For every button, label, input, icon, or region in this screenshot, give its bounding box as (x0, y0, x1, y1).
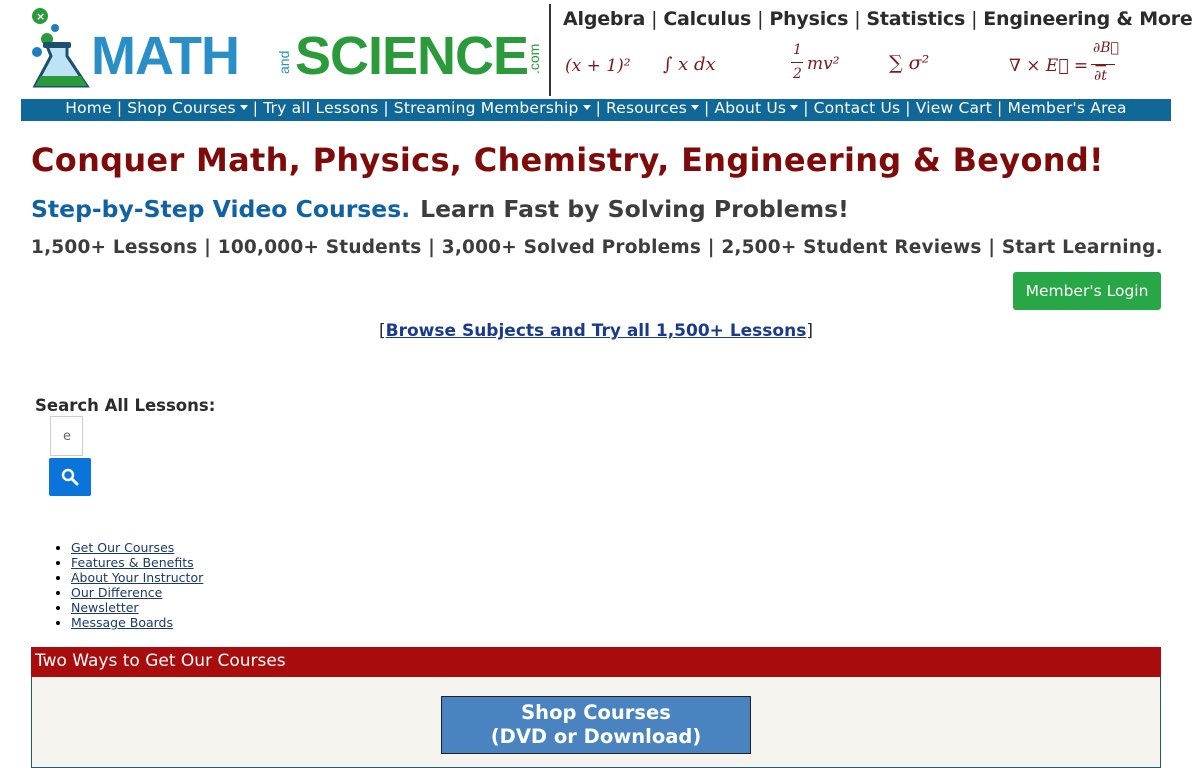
nav-about-us-label: About Us (714, 99, 787, 117)
nav-members-area-label: Member's Area (1007, 99, 1127, 117)
logo-math-text: MATH (91, 26, 239, 86)
subheadline-learn: Learn Fast by Solving Problems! (420, 195, 849, 223)
list-item: Get Our Courses (71, 540, 203, 555)
list-item: Features & Benefits (71, 555, 203, 570)
subject-engineering: Engineering & More! (983, 8, 1192, 30)
shop-button-line1: Shop Courses (521, 701, 671, 724)
member-login-button[interactable]: Member's Login (1013, 272, 1161, 310)
shop-courses-button[interactable]: Shop Courses (DVD or Download) (441, 696, 751, 754)
fraction-bar (1091, 64, 1115, 65)
list-item: Message Boards (71, 615, 203, 630)
nav-separator: | (116, 99, 123, 117)
nav-resources-label: Resources (606, 99, 687, 117)
formula-engineering-denominator: ∂t (1094, 68, 1107, 84)
formula-physics: mv² (807, 54, 840, 74)
subject-calculus: Calculus (663, 8, 752, 30)
subheadline-courses: Step-by-Step Video Courses. (31, 195, 411, 223)
courses-panel: Two Ways to Get Our Courses Shop Courses… (31, 647, 1161, 768)
link-message-boards[interactable]: Message Boards (71, 615, 173, 630)
link-newsletter[interactable]: Newsletter (71, 600, 139, 615)
list-item: Our Difference (71, 585, 203, 600)
svg-text:×: × (36, 10, 45, 23)
nav-streaming-membership-label: Streaming Membership (393, 99, 579, 117)
bracket-close: ] (806, 321, 813, 341)
nav-try-all-lessons[interactable]: Try all Lessons (263, 99, 378, 117)
panel-body: Shop Courses (DVD or Download) (31, 677, 1161, 768)
formula-engineering-numerator: ∂B⃗ (1093, 40, 1119, 56)
formula-statistics: ∑ σ² (889, 52, 930, 74)
subject-separator: | (757, 8, 764, 30)
site-header: × MATH and SCIENCE .com Algebra | Calculus… (21, 0, 1192, 98)
subject-separator: | (854, 8, 861, 30)
nav-contact-us-label: Contact Us (813, 99, 901, 117)
caret-down-icon (239, 105, 248, 110)
subject-separator: | (651, 8, 658, 30)
stats-line: 1,500+ Lessons | 100,000+ Students | 3,0… (31, 237, 1163, 258)
subject-separator: | (971, 8, 978, 30)
main-nav: Home | Shop Courses | Try all Lessons | Stream… (21, 99, 1171, 121)
shop-button-line2: (DVD or Download) (490, 725, 702, 748)
nav-separator: | (252, 99, 259, 117)
caret-down-icon (790, 105, 799, 110)
nav-home[interactable]: Home (65, 99, 112, 117)
nav-view-cart-label: View Cart (915, 99, 993, 117)
nav-about-us[interactable]: About Us (714, 99, 799, 117)
list-item: About Your Instructor (71, 570, 203, 585)
nav-try-all-lessons-label: Try all Lessons (263, 99, 379, 117)
site-logo[interactable]: × MATH and SCIENCE .com (27, 4, 547, 94)
nav-separator: | (997, 99, 1003, 117)
fraction-bar (791, 62, 803, 63)
quick-links-list: Get Our Courses Features & Benefits Abou… (31, 540, 203, 630)
nav-home-label: Home (65, 99, 112, 117)
search-label: Search All Lessons: (35, 396, 216, 415)
subject-algebra: Algebra (563, 8, 646, 30)
nav-resources[interactable]: Resources (606, 99, 699, 117)
browse-subjects-line: [Browse Subjects and Try all 1,500+ Less… (0, 321, 1192, 341)
formula-physics-numerator: 1 (793, 42, 802, 58)
search-icon (61, 468, 79, 486)
nav-separator: | (595, 99, 602, 117)
nav-separator: | (905, 99, 911, 117)
nav-streaming-membership[interactable]: Streaming Membership (394, 99, 591, 117)
nav-members-area[interactable]: Member's Area (1007, 99, 1126, 117)
nav-shop-courses-label: Shop Courses (127, 99, 236, 117)
search-input[interactable] (50, 416, 83, 456)
subjects-bar: Algebra | Calculus | Physics | Statistics | Engi… (563, 8, 1192, 34)
header-divider (549, 4, 551, 96)
subject-physics: Physics (769, 8, 849, 30)
link-our-difference[interactable]: Our Difference (71, 585, 162, 600)
nav-separator: | (803, 99, 809, 117)
caret-down-icon (690, 105, 699, 110)
caret-down-icon (582, 105, 591, 110)
search-button[interactable] (49, 458, 91, 496)
bracket-open: [ (379, 321, 386, 341)
logo-com-text: .com (526, 44, 542, 74)
panel-heading: Two Ways to Get Our Courses (31, 647, 1161, 677)
formula-calculus: ∫ x dx (663, 54, 716, 75)
nav-view-cart[interactable]: View Cart (916, 99, 992, 117)
nav-separator: | (703, 99, 710, 117)
link-features-benefits[interactable]: Features & Benefits (71, 555, 194, 570)
nav-contact-us[interactable]: Contact Us (814, 99, 901, 117)
page-subheadline: Step-by-Step Video Courses. Learn Fast by… (31, 195, 849, 223)
browse-subjects-link[interactable]: Browse Subjects and Try all 1,500+ Lesso… (386, 321, 807, 341)
logo-and-text: and (276, 51, 292, 74)
nav-separator: | (383, 99, 389, 117)
list-item: Newsletter (71, 600, 203, 615)
page-headline: Conquer Math, Physics, Chemistry, Engine… (31, 141, 1104, 179)
subject-statistics: Statistics (866, 8, 966, 30)
formula-strip: (x + 1)² ∫ x dx 1 2 mv² ∑ σ² ∇ × E⃗ = − … (563, 40, 1163, 94)
nav-shop-courses[interactable]: Shop Courses (127, 99, 248, 117)
formula-algebra: (x + 1)² (565, 56, 631, 76)
logo-science-text: SCIENCE (295, 26, 528, 86)
flask-icon: × (32, 8, 90, 88)
formula-physics-denominator: 2 (793, 66, 802, 82)
link-get-our-courses[interactable]: Get Our Courses (71, 540, 174, 555)
link-about-instructor[interactable]: About Your Instructor (71, 570, 203, 585)
